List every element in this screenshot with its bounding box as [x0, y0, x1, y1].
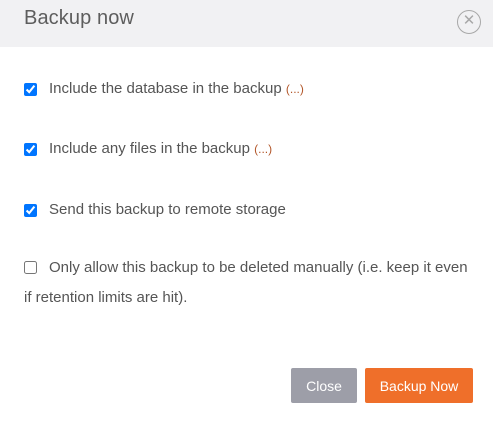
dialog-title: Backup now: [24, 7, 134, 29]
include-database-more-link[interactable]: (...): [286, 82, 304, 96]
include-database-checkbox[interactable]: [24, 83, 37, 96]
include-files-checkbox[interactable]: [24, 143, 37, 156]
remote-storage-label: Send this backup to remote storage: [49, 201, 286, 218]
include-files-label: Include any files in the backup (...): [49, 140, 273, 157]
remote-storage-checkbox[interactable]: [24, 204, 37, 217]
backup-dialog: Backup now ✕ Include the database in the…: [0, 0, 493, 424]
backup-now-button[interactable]: Backup Now: [365, 368, 473, 403]
manual-delete-label: Only allow this backup to be deleted man…: [24, 259, 468, 306]
include-database-label: Include the database in the backup (...): [49, 80, 304, 97]
close-icon[interactable]: ✕: [457, 10, 481, 34]
include-files-more-link[interactable]: (...): [254, 142, 272, 156]
close-button[interactable]: Close: [291, 368, 357, 403]
dialog-header: Backup now ✕: [0, 0, 493, 47]
